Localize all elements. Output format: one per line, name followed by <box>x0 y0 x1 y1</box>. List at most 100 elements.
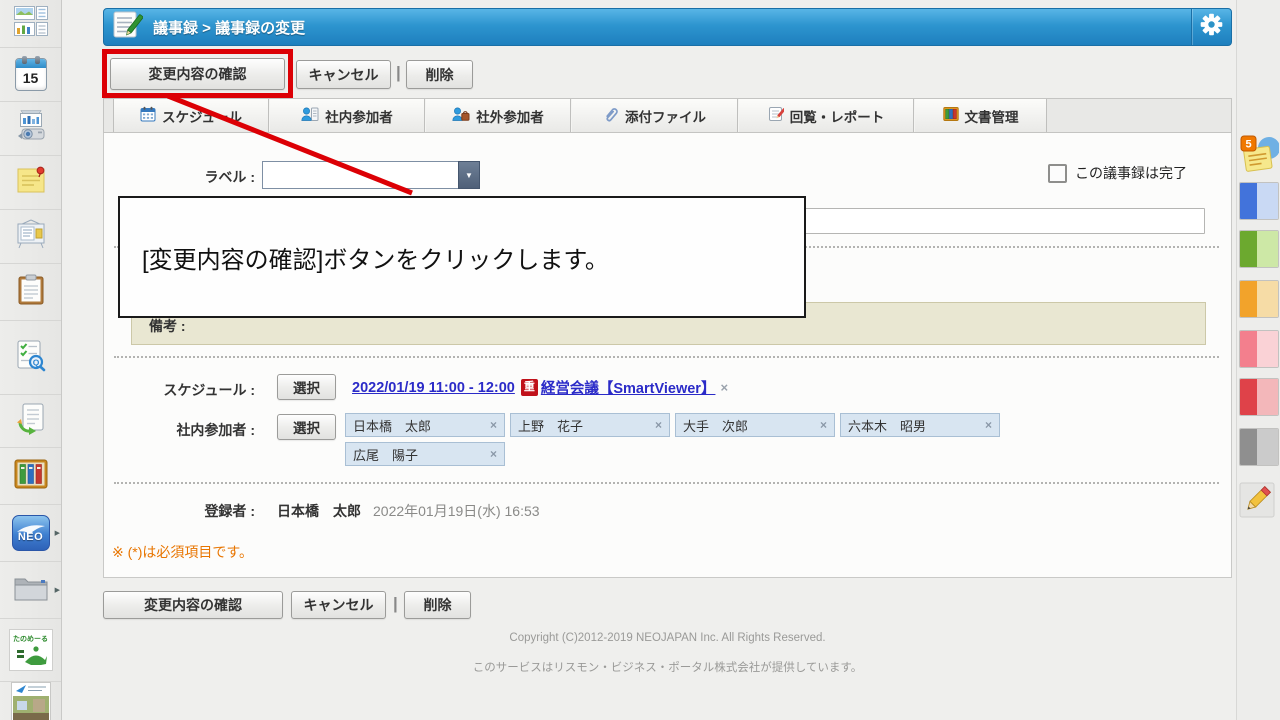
label-swatch-pink[interactable] <box>1239 330 1279 368</box>
clipboard-icon <box>17 274 45 311</box>
separator <box>114 482 1219 484</box>
confirm-changes-button[interactable]: 変更内容の確認 <box>110 58 285 90</box>
complete-checkbox[interactable] <box>1048 163 1067 183</box>
required-note: ※ (*)は必須項目です。 <box>112 544 253 560</box>
registrant-name: 日本橋 太郎 <box>277 503 361 519</box>
minutes-icon <box>113 11 144 44</box>
module-header: 議事録 > 議事録の変更 <box>103 8 1232 46</box>
participants-select-button[interactable]: 選択 <box>277 414 336 440</box>
instruction-callout: [変更内容の確認]ボタンをクリックします。 <box>118 196 806 318</box>
neo-logo-icon: NEO <box>11 515 50 551</box>
label-swatch-orange[interactable] <box>1239 280 1279 318</box>
schedule-title-link[interactable]: 経営会議【SmartViewer】 <box>541 377 716 398</box>
bookshelf-icon <box>14 459 48 494</box>
tab-document-management[interactable]: 文書管理 <box>914 99 1047 132</box>
label-swatch-red[interactable] <box>1239 378 1279 416</box>
edit-labels-shortcut[interactable] <box>1239 482 1279 523</box>
left-app-rail: 15 Q NEO ▶ ▶ たのめーる <box>0 0 62 720</box>
schedule-date-link[interactable]: 2022/01/19 11:00 - 12:00 <box>352 380 515 396</box>
tab-schedule[interactable]: スケジュール <box>113 99 269 132</box>
sidebar-item-facility[interactable] <box>0 102 61 156</box>
svg-text:Q: Q <box>32 357 39 367</box>
registrant-datetime: 2022年01月19日(水) 16:53 <box>373 503 540 519</box>
provider-text: このサービスはリスモン・ビジネス・ポータル株式会社が提供しています。 <box>472 662 863 674</box>
sidebar-item-desknets-neo[interactable]: NEO ▶ <box>0 505 61 562</box>
tab-bar: スケジュール 社内参加者 社外参加者 添付ファイル 回覧・レポート 文書管理 <box>103 98 1232 133</box>
participant-chip: 広尾 陽子 × <box>345 442 505 466</box>
complete-checkbox-label: この議事録は完了 <box>1075 165 1187 181</box>
delete-button-bottom[interactable]: 削除 <box>404 591 471 619</box>
sidebar-item-tanomail[interactable]: たのめーる <box>0 619 61 682</box>
registrant-row-label: 登録者 : <box>204 503 255 519</box>
portal-icon <box>13 6 48 41</box>
tab-attachments[interactable]: 添付ファイル <box>571 99 738 132</box>
toolbar-separator: | <box>393 594 398 613</box>
circular-board-icon <box>15 219 47 254</box>
document-pencil-icon <box>768 106 786 125</box>
participants-row-label: 社内参加者 : <box>176 422 255 438</box>
tab-internal-participants[interactable]: 社内参加者 <box>269 99 425 132</box>
sidebar-item-circular[interactable] <box>0 210 61 264</box>
sidebar-item-workflow[interactable] <box>0 395 61 448</box>
delete-button[interactable]: 削除 <box>406 60 473 89</box>
calendar-icon: 15 <box>14 56 47 91</box>
instruction-text: [変更内容の確認]ボタンをクリックします。 <box>142 246 609 274</box>
sidebar-item-document-management[interactable] <box>0 448 61 505</box>
sidebar-item-cabinet[interactable]: ▶ <box>0 562 61 619</box>
remove-participant-icon[interactable]: × <box>985 418 992 432</box>
tab-external-participants[interactable]: 社外参加者 <box>425 99 571 132</box>
tanomail-logo: たのめーる <box>8 629 53 671</box>
expand-arrow-icon[interactable]: ▶ <box>55 529 60 537</box>
sidebar-item-portal[interactable] <box>0 0 61 48</box>
participant-chip: 六本木 昭男 × <box>840 413 1000 437</box>
expand-arrow-icon[interactable]: ▶ <box>55 586 60 594</box>
sidebar-item-memo[interactable] <box>0 156 61 210</box>
label-swatch-gray[interactable] <box>1239 428 1279 466</box>
books-icon <box>942 106 959 125</box>
remove-participant-icon[interactable]: × <box>820 418 827 432</box>
workflow-icon <box>16 402 46 440</box>
sidebar-item-report[interactable] <box>0 264 61 321</box>
tab-review-report[interactable]: 回覧・レポート <box>738 99 914 132</box>
schedule-select-button[interactable]: 選択 <box>277 374 336 400</box>
cancel-button-bottom[interactable]: キャンセル <box>291 591 386 619</box>
remove-participant-icon[interactable]: × <box>490 418 497 432</box>
person-document-icon <box>301 106 319 125</box>
sidebar-item-schedule[interactable]: 15 <box>0 48 61 102</box>
survey-check-icon: Q <box>16 339 46 377</box>
separator <box>114 356 1219 358</box>
sidebar-item-banner[interactable] <box>0 681 61 720</box>
schedule-link-row: 2022/01/19 11:00 - 12:00 重 経営会議【SmartVie… <box>352 377 728 398</box>
complete-checkbox-row[interactable]: この議事録は完了 <box>1048 163 1187 183</box>
sticky-note-icon <box>16 165 46 200</box>
label-swatch-green[interactable] <box>1239 230 1279 268</box>
schedule-row-label: スケジュール : <box>163 382 255 398</box>
chevron-down-icon[interactable]: ▼ <box>458 161 480 189</box>
sidebar-item-survey[interactable]: Q <box>0 321 61 395</box>
participant-chip: 大手 次郎 × <box>675 413 835 437</box>
notification-shortcut[interactable]: 5 <box>1239 134 1280 183</box>
important-badge: 重 <box>520 379 538 396</box>
remove-participant-icon[interactable]: × <box>490 447 497 461</box>
banner-image <box>10 681 51 720</box>
copyright-text: Copyright (C)2012-2019 NEOJAPAN Inc. All… <box>509 632 826 644</box>
cancel-button[interactable]: キャンセル <box>296 60 391 89</box>
folder-icon <box>13 573 49 608</box>
gear-icon <box>1200 13 1223 41</box>
settings-button[interactable] <box>1192 9 1231 45</box>
projector-icon <box>14 109 48 148</box>
page-title: 議事録 > 議事録の変更 <box>153 19 306 37</box>
participant-chip: 日本橋 太郎 × <box>345 413 505 437</box>
app-frame: 15 Q NEO ▶ ▶ たのめーる 議事録 > 議事録の変更 変更内容の確認 … <box>0 0 1280 720</box>
remove-participant-icon[interactable]: × <box>655 418 662 432</box>
right-label-rail: 5 <box>1236 0 1280 720</box>
notification-badge: 5 <box>1245 139 1251 151</box>
confirm-changes-button-bottom[interactable]: 変更内容の確認 <box>103 591 283 619</box>
participant-chips: 日本橋 太郎 × 上野 花子 × 大手 次郎 × 六本木 昭男 × 広尾 陽子 … <box>345 413 1035 466</box>
label-swatch-blue[interactable] <box>1239 182 1279 220</box>
schedule-remove-icon[interactable]: × <box>720 380 728 395</box>
pencil-icon <box>1239 482 1275 522</box>
label-select[interactable]: ▼ <box>262 161 480 189</box>
label-field-label: ラベル : <box>204 169 255 185</box>
notification-note-icon: 5 <box>1239 135 1280 182</box>
